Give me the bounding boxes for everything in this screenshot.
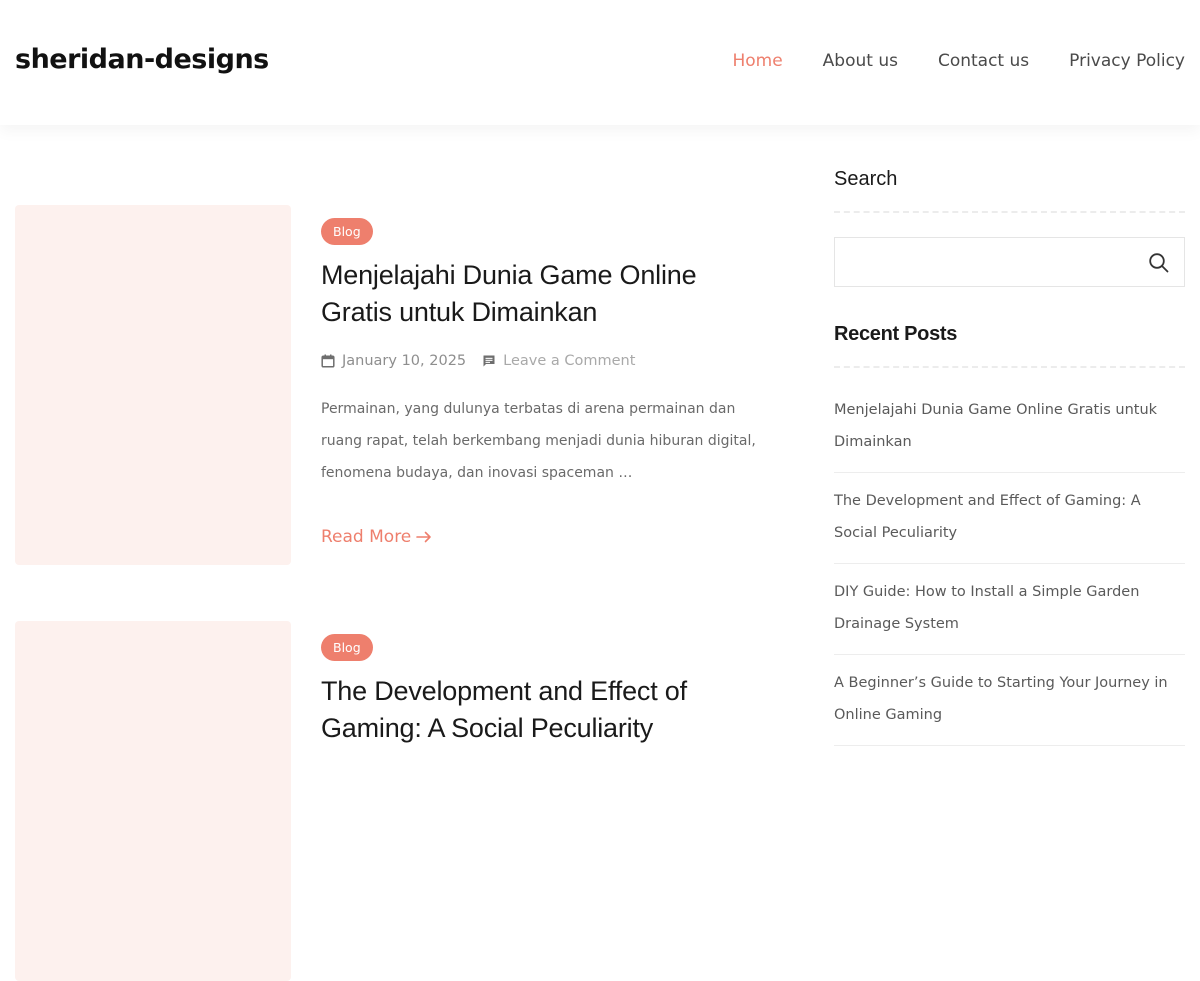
- category-badge[interactable]: Blog: [321, 634, 373, 661]
- recent-posts-widget: Recent Posts Menjelajahi Dunia Game Onli…: [834, 323, 1185, 746]
- comment-icon: [482, 354, 496, 368]
- arrow-right-icon: [416, 531, 432, 543]
- nav-item-privacy-policy[interactable]: Privacy Policy: [1069, 51, 1185, 71]
- recent-post-link[interactable]: The Development and Effect of Gaming: A …: [834, 473, 1185, 564]
- recent-post-link[interactable]: A Beginner’s Guide to Starting Your Jour…: [834, 655, 1185, 746]
- post-thumbnail[interactable]: [15, 621, 291, 981]
- search-widget-title: Search: [834, 168, 1185, 213]
- leave-comment-link[interactable]: Leave a Comment: [503, 353, 635, 369]
- site-header: sheridan-designs Home About us Contact u…: [0, 0, 1200, 125]
- recent-post-link[interactable]: Menjelajahi Dunia Game Online Gratis unt…: [834, 382, 1185, 473]
- main-nav: Home About us Contact us Privacy Policy: [732, 51, 1185, 71]
- recent-posts-title: Recent Posts: [834, 323, 1185, 368]
- nav-item-home[interactable]: Home: [732, 51, 782, 71]
- post-thumbnail[interactable]: [15, 205, 291, 565]
- nav-item-contact-us[interactable]: Contact us: [938, 51, 1029, 71]
- sidebar: Search Recent Posts Menjelajahi Dunia Ga…: [834, 168, 1185, 746]
- post-excerpt: Permainan, yang dulunya terbatas di aren…: [321, 401, 756, 481]
- post-title[interactable]: The Development and Effect of Gaming: A …: [321, 673, 771, 747]
- site-title[interactable]: sheridan-designs: [15, 44, 269, 75]
- category-badge[interactable]: Blog: [321, 218, 373, 245]
- search-input[interactable]: [835, 238, 1125, 286]
- search-form: [834, 237, 1185, 287]
- post-date: January 10, 2025: [342, 353, 467, 369]
- calendar-icon: [321, 354, 335, 368]
- read-more-label: Read More: [321, 527, 412, 547]
- recent-post-link[interactable]: DIY Guide: How to Install a Simple Garde…: [834, 564, 1185, 655]
- search-icon[interactable]: [1148, 252, 1170, 274]
- post-body: Blog The Development and Effect of Gamin…: [321, 634, 771, 747]
- post-title[interactable]: Menjelajahi Dunia Game Online Gratis unt…: [321, 257, 771, 331]
- read-more-link[interactable]: Read More: [321, 527, 432, 547]
- recent-posts-list: Menjelajahi Dunia Game Online Gratis unt…: [834, 382, 1185, 746]
- post-meta: January 10, 2025 Leave a Comment: [321, 353, 771, 369]
- nav-item-about-us[interactable]: About us: [823, 51, 898, 71]
- post-body: Blog Menjelajahi Dunia Game Online Grati…: [321, 218, 771, 547]
